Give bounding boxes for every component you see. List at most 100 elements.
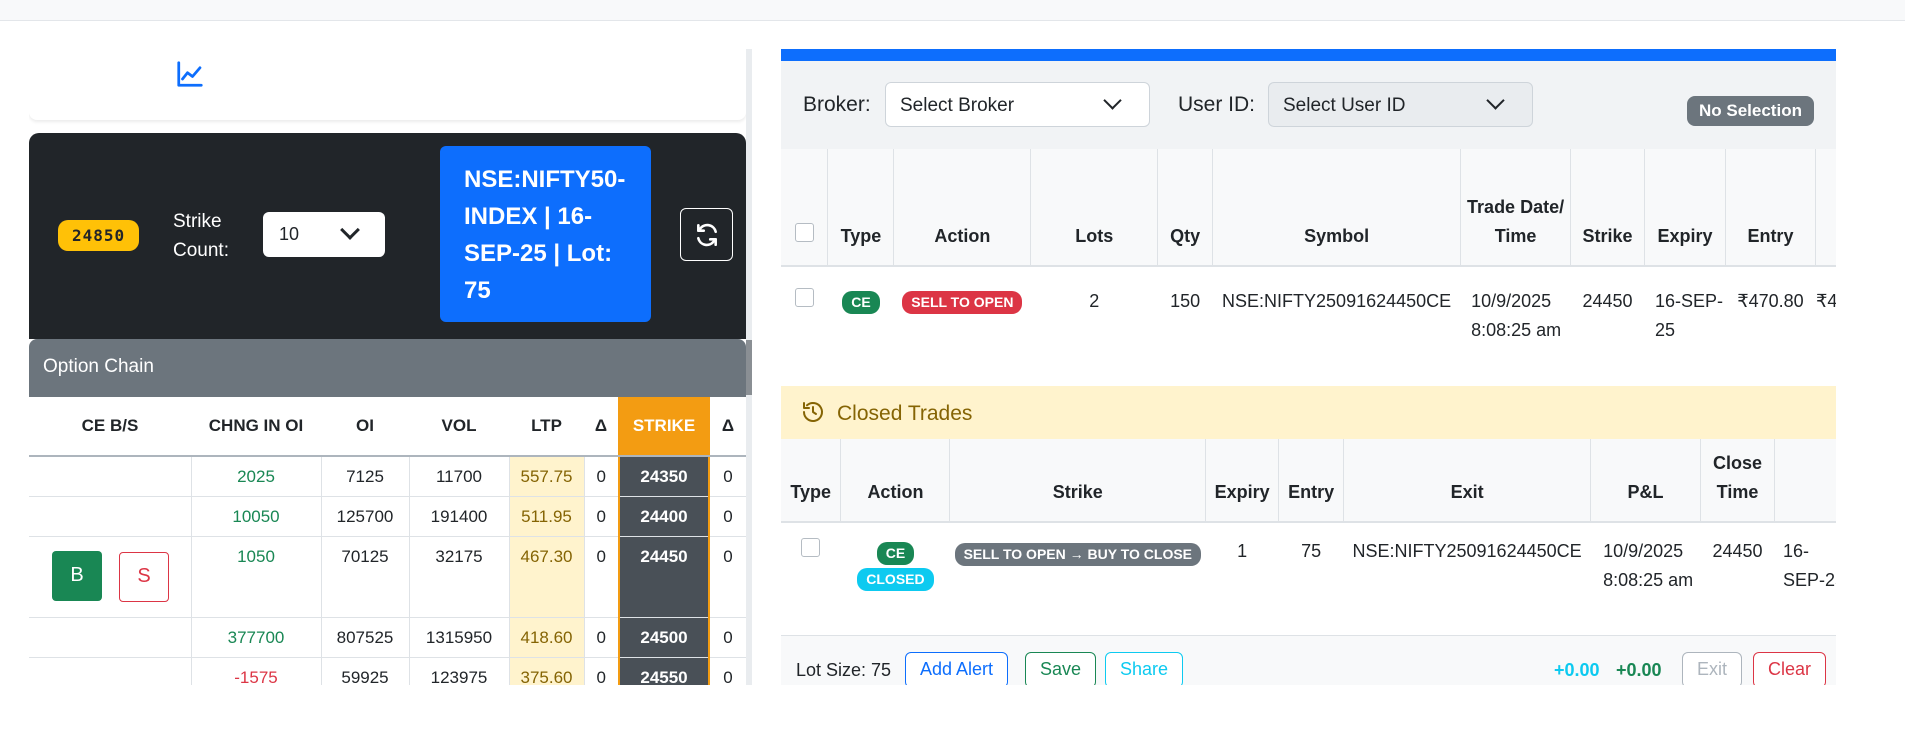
trades-panel: Broker: Select Broker User ID: Select Us… bbox=[781, 49, 1836, 685]
col-type: Type bbox=[781, 439, 842, 523]
col-overflow bbox=[1815, 149, 1836, 267]
refresh-button[interactable] bbox=[680, 208, 733, 261]
option-chain-table: CE B/S CHNG IN OI OI VOL LTP Δ STRIKE Δ … bbox=[29, 397, 746, 685]
atm-strike-badge: 24850 bbox=[58, 220, 140, 251]
open-trades-table: Type Action Lots Qty Symbol Trade Date/ … bbox=[781, 149, 1836, 386]
select-all-cell bbox=[781, 149, 829, 267]
col-delta: Δ bbox=[584, 397, 619, 457]
qty-cell: 75 bbox=[1301, 541, 1322, 561]
table-row: 377700 807525 1315950 418.60 0 24500 0 bbox=[29, 617, 746, 658]
closed-trades-header[interactable]: Closed Trades bbox=[781, 386, 1836, 439]
pnl-value-2: +0.00 bbox=[1616, 660, 1662, 680]
qty-cell: 150 bbox=[1170, 291, 1201, 311]
save-button[interactable]: Save bbox=[1025, 652, 1097, 685]
col-delta-2: Δ bbox=[709, 397, 746, 457]
type-badge: CE bbox=[842, 291, 880, 314]
sell-button[interactable]: S bbox=[119, 551, 169, 602]
delta-cell-2: 0 bbox=[709, 657, 746, 685]
col-entry: Entry bbox=[1278, 439, 1345, 523]
strike-count-value: 10 bbox=[279, 224, 300, 244]
buy-button[interactable]: B bbox=[52, 550, 102, 601]
col-expiry: Expiry bbox=[1205, 439, 1280, 523]
col-close-time: Close Time bbox=[1700, 439, 1775, 523]
user-id-select[interactable]: Select User ID bbox=[1268, 82, 1533, 127]
pnl-value-1: +0.00 bbox=[1554, 660, 1600, 680]
col-action: Action bbox=[840, 439, 951, 523]
col-lots: Lots bbox=[1030, 149, 1159, 267]
expiry-cell: 16-SEP-25 bbox=[1782, 541, 1836, 590]
oi-cell: 125700 bbox=[321, 496, 410, 537]
overflow-cell: ₹4 bbox=[1815, 291, 1836, 311]
top-bar bbox=[0, 0, 1905, 21]
vol-cell: 191400 bbox=[409, 496, 510, 537]
broker-select-value: Select Broker bbox=[900, 95, 1015, 116]
col-strike: Strike bbox=[1570, 149, 1646, 267]
row-select-cell bbox=[781, 266, 828, 386]
delta-cell-2: 0 bbox=[709, 617, 746, 658]
col-exit: Exit bbox=[1343, 439, 1592, 523]
chart-line-icon[interactable] bbox=[175, 59, 205, 89]
bs-cell bbox=[29, 496, 192, 537]
chng-oi-cell: -1575 bbox=[191, 657, 322, 685]
clear-button[interactable]: Clear bbox=[1753, 652, 1827, 685]
delta-cell: 0 bbox=[584, 657, 620, 685]
col-action: Action bbox=[893, 149, 1032, 267]
chng-oi-cell: 2025 bbox=[191, 456, 322, 497]
col-trade-datetime: Trade Date/ Time bbox=[1460, 149, 1572, 267]
accent-bar bbox=[781, 49, 1836, 61]
type-cell: CE CLOSED bbox=[841, 522, 950, 635]
bs-cell bbox=[29, 657, 192, 685]
col-entry: Entry bbox=[1725, 149, 1816, 267]
strike-cell[interactable]: 24500 bbox=[618, 617, 710, 658]
exit-button[interactable]: Exit bbox=[1682, 652, 1743, 685]
broker-select[interactable]: Select Broker bbox=[885, 82, 1150, 127]
strike-cell[interactable]: 24450 bbox=[618, 536, 710, 618]
table-row: CE CLOSED SELL TO OPEN → BUY TO CLOSE 1 … bbox=[781, 522, 1836, 635]
left-scrollbar-thumb[interactable] bbox=[746, 340, 752, 395]
filter-row: Broker: Select Broker User ID: Select Us… bbox=[781, 61, 1836, 149]
chng-oi-cell: 1050 bbox=[191, 536, 322, 618]
delta-cell: 0 bbox=[584, 496, 620, 537]
instrument-controls: 24850 Strike Count: 10 NSE:NIFTY50-INDEX… bbox=[29, 133, 746, 339]
strike-cell[interactable]: 24550 bbox=[618, 657, 710, 685]
delta-cell-2: 0 bbox=[709, 536, 746, 618]
table-row: 10050 125700 191400 511.95 0 24400 0 bbox=[29, 496, 746, 537]
user-id-label: User ID: bbox=[1178, 93, 1256, 116]
col-overflow bbox=[1774, 439, 1836, 523]
row-checkbox[interactable] bbox=[801, 538, 821, 557]
add-alert-button[interactable]: Add Alert bbox=[905, 652, 1009, 685]
delta-cell-2: 0 bbox=[709, 496, 746, 537]
row-checkbox[interactable] bbox=[794, 288, 814, 307]
share-button[interactable]: Share bbox=[1105, 652, 1184, 685]
lots-cell: 1 bbox=[1237, 541, 1248, 561]
expiry-cell: 16-SEP-25 bbox=[1655, 291, 1724, 340]
bs-cell bbox=[29, 617, 192, 658]
type-cell: CE bbox=[828, 266, 894, 386]
strike-count-select[interactable]: 10 bbox=[263, 212, 385, 257]
chevron-down-icon bbox=[340, 220, 360, 240]
ltp-cell: 418.60 bbox=[509, 617, 585, 658]
table-row: 2025 7125 11700 557.75 0 24350 0 bbox=[29, 456, 746, 497]
select-all-checkbox[interactable] bbox=[794, 223, 814, 242]
strike-cell: 24450 bbox=[1712, 541, 1763, 561]
ltp-cell: 557.75 bbox=[509, 456, 585, 497]
col-expiry: Expiry bbox=[1644, 149, 1726, 267]
closed-trades-table: Type Action Strike Expiry Entry Exit P&L… bbox=[781, 439, 1836, 635]
strike-cell[interactable]: 24400 bbox=[618, 496, 710, 537]
col-pnl: P&L bbox=[1590, 439, 1702, 523]
ltp-cell: 467.30 bbox=[509, 536, 585, 618]
entry-cell: ₹470.80 bbox=[1737, 291, 1804, 311]
oi-cell: 59925 bbox=[321, 657, 410, 685]
table-row: B S 1050 70125 32175 467.30 0 24450 0 bbox=[29, 536, 746, 618]
option-chain-title: Option Chain bbox=[29, 339, 746, 397]
oi-cell: 7125 bbox=[321, 456, 410, 497]
bs-cell bbox=[29, 456, 192, 497]
action-cell: SELL TO OPEN bbox=[894, 266, 1031, 386]
strike-cell[interactable]: 24350 bbox=[618, 456, 710, 497]
col-strike: Strike bbox=[949, 439, 1207, 523]
option-chain-panel: 24850 Strike Count: 10 NSE:NIFTY50-INDEX… bbox=[29, 49, 746, 685]
vol-cell: 123975 bbox=[409, 657, 510, 685]
broker-label: Broker: bbox=[803, 93, 871, 116]
vol-cell: 1315950 bbox=[409, 617, 510, 658]
col-ce-bs: CE B/S bbox=[29, 397, 191, 457]
